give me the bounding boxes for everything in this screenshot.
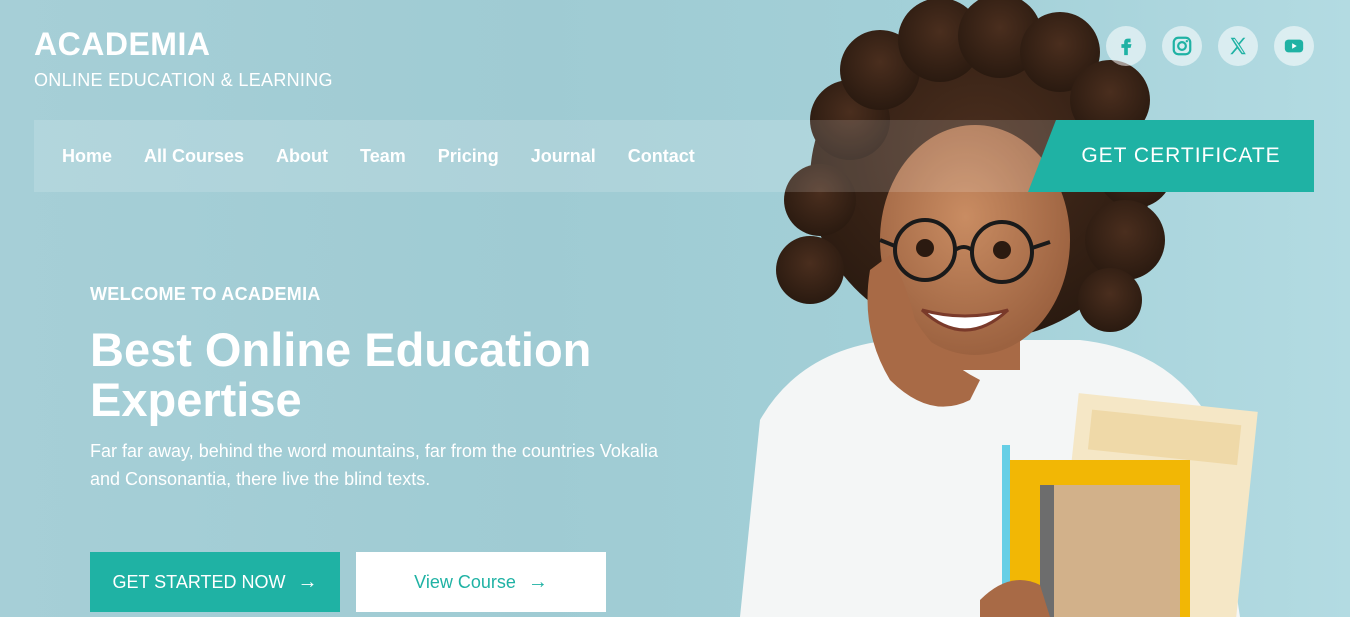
get-started-label: GET STARTED NOW (112, 571, 286, 592)
hero-photo (740, 0, 1258, 617)
x-button[interactable] (1218, 26, 1258, 66)
view-course-button[interactable]: View Course → (356, 552, 606, 612)
instagram-button[interactable] (1162, 26, 1202, 66)
facebook-button[interactable] (1106, 26, 1146, 66)
youtube-icon (1284, 39, 1304, 53)
nav-item-pricing[interactable]: Pricing (438, 146, 499, 167)
brand-subtitle: ONLINE EDUCATION & LEARNING (34, 70, 333, 90)
nav-item-home[interactable]: Home (62, 146, 112, 167)
facebook-icon (1121, 38, 1132, 56)
hero-description: Far far away, behind the word mountains,… (90, 441, 658, 489)
nav-item-contact[interactable]: Contact (628, 146, 695, 167)
nav-item-all-courses[interactable]: All Courses (144, 146, 244, 167)
x-icon (1230, 37, 1246, 55)
hero-actions: GET STARTED NOW → View Course → (90, 552, 606, 612)
arrow-right-icon: → (527, 570, 548, 593)
social-links (1106, 26, 1314, 66)
main-navigation: Home All Courses About Team Pricing Jour… (34, 120, 1314, 192)
nav-item-about[interactable]: About (276, 146, 328, 167)
view-course-label: View Course (414, 571, 516, 592)
brand-title[interactable]: ACADEMIA (34, 24, 333, 64)
youtube-button[interactable] (1274, 26, 1314, 66)
brand: ACADEMIA ONLINE EDUCATION & LEARNING (34, 24, 333, 91)
hero-eyebrow: WELCOME TO ACADEMIA (90, 284, 321, 304)
arrow-right-icon: → (297, 570, 318, 593)
nav-links: Home All Courses About Team Pricing Jour… (34, 146, 727, 167)
hero-headline: Best Online Education Expertise (90, 323, 592, 426)
instagram-icon (1172, 36, 1192, 56)
nav-item-journal[interactable]: Journal (531, 146, 596, 167)
get-started-button[interactable]: GET STARTED NOW → (90, 552, 340, 612)
nav-item-team[interactable]: Team (360, 146, 406, 167)
hero-content: WELCOME TO ACADEMIA Best Online Educatio… (90, 284, 670, 493)
hero-section: ACADEMIA ONLINE EDUCATION & LEARNING Hom… (0, 0, 1350, 617)
get-certificate-button[interactable]: GET CERTIFICATE (1028, 120, 1314, 192)
